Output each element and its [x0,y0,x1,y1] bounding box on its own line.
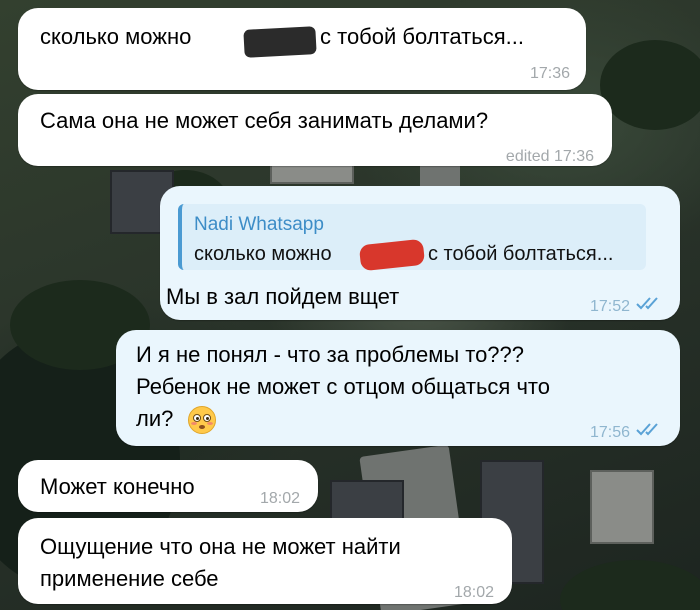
read-ticks-icon [636,296,662,310]
message-time: 18:02 [453,584,494,601]
reply-text: сколько можно [194,243,332,265]
message-text: Мы в зал пойдем вщет [166,284,400,309]
message-time-edited: edited 17:36 [505,148,594,165]
message-time: 17:36 [529,65,570,82]
message-bubble-incoming[interactable]: Ощущение что она не может найти применен… [18,518,512,604]
message-text: применение себе [40,566,219,591]
message-bubble-incoming[interactable]: сколько можно с тобой болтаться... 17:36 [18,8,586,90]
read-ticks-icon [636,422,662,436]
message-time: 17:52 [589,298,630,315]
message-time: 18:02 [259,490,300,507]
message-text: Может конечно [40,474,195,499]
message-bubble-outgoing[interactable]: Nadi Whatsapp сколько можно с тобой болт… [160,186,680,320]
message-text: Ощущение что она не может найти [40,534,401,559]
message-text: Ребенок не может с отцом общаться что [136,374,550,399]
flushed-face-icon [188,406,216,434]
message-text: И я не понял - что за проблемы то??? [136,342,525,367]
censor-mark [243,26,317,58]
message-time: 17:56 [589,424,630,441]
message-bubble-outgoing[interactable]: И я не понял - что за проблемы то??? Реб… [116,330,680,446]
reply-author-name: Nadi Whatsapp [194,214,324,235]
message-bubble-incoming[interactable]: Сама она не может себя занимать делами? … [18,94,612,166]
message-text: с тобой болтаться... [320,24,524,49]
reply-preview[interactable]: Nadi Whatsapp сколько можно с тобой болт… [178,204,646,272]
message-bubble-incoming[interactable]: Может конечно 18:02 [18,460,318,512]
message-text: сколько можно [40,24,192,49]
reply-text: с тобой болтаться... [428,243,614,265]
message-text: Сама она не может себя занимать делами? [40,108,489,133]
censor-mark [358,238,426,272]
message-text: ли? [136,406,174,431]
